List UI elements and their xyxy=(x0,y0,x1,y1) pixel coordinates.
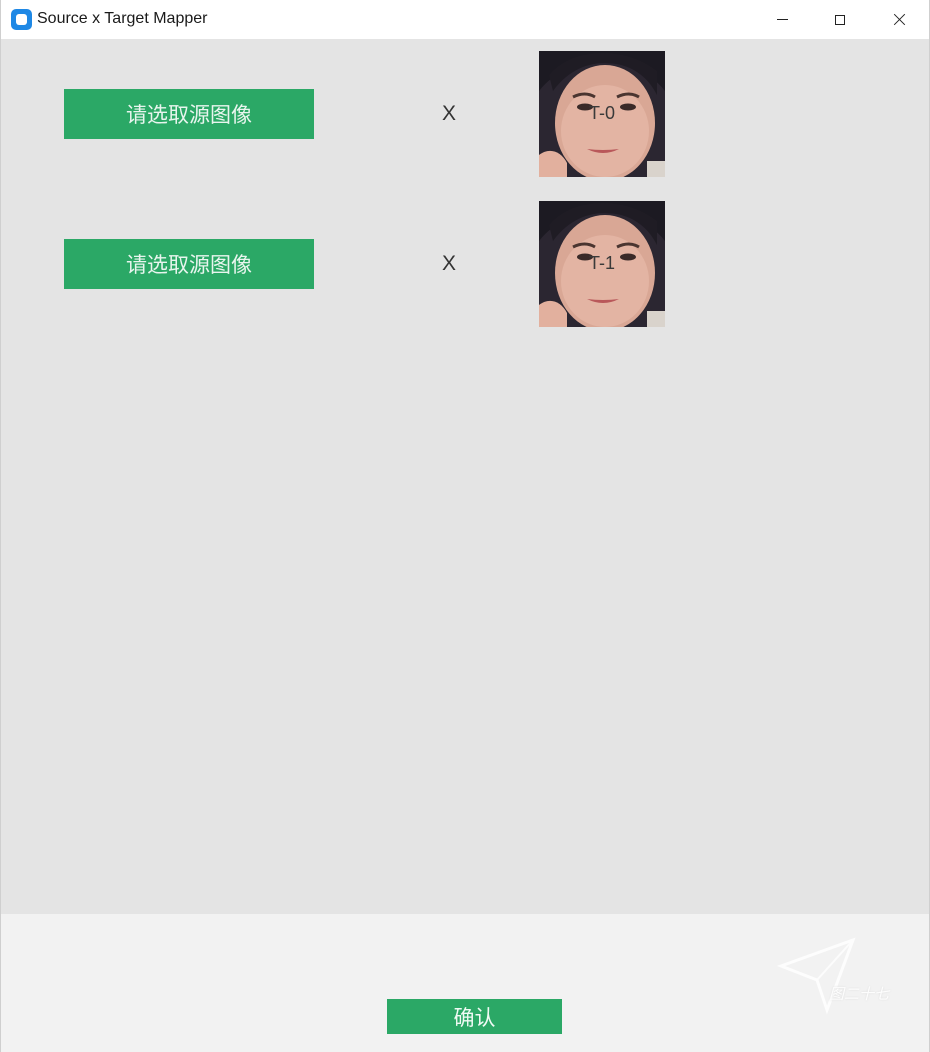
watermark: 图二十七 xyxy=(776,936,917,1016)
close-icon xyxy=(893,13,906,26)
mapping-row: 请选取源图像 X T-0 xyxy=(1,51,929,177)
paper-plane-watermark-icon xyxy=(776,937,856,1015)
maximize-button[interactable] xyxy=(811,0,869,39)
app-window: Source x Target Mapper 请选取源图像 X T-0 请选取源… xyxy=(0,0,930,1052)
confirm-button[interactable]: 确认 xyxy=(387,999,562,1034)
target-image-thumbnail: T-0 xyxy=(539,51,665,177)
mapping-row: 请选取源图像 X T-1 xyxy=(1,201,929,327)
minimize-icon xyxy=(776,19,788,20)
close-button[interactable] xyxy=(870,0,928,39)
target-label: T-0 xyxy=(588,103,615,123)
watermark-text: 图二十七 xyxy=(829,985,890,1003)
select-source-image-button[interactable]: 请选取源图像 xyxy=(64,89,314,139)
window-title: Source x Target Mapper xyxy=(37,10,208,27)
select-source-image-button[interactable]: 请选取源图像 xyxy=(64,239,314,289)
mapping-separator: X xyxy=(442,102,457,125)
minimize-button[interactable] xyxy=(753,0,811,39)
maximize-icon xyxy=(835,14,845,25)
target-image-thumbnail: T-1 xyxy=(539,201,665,327)
footer-bar: 图二十七 确认 xyxy=(1,914,929,1052)
mapping-area: 请选取源图像 X T-0 请选取源图像 X T-1 xyxy=(1,39,929,914)
target-label: T-1 xyxy=(588,253,615,273)
mapping-separator: X xyxy=(442,252,457,275)
app-icon xyxy=(11,9,32,30)
title-bar[interactable]: Source x Target Mapper xyxy=(1,0,929,39)
